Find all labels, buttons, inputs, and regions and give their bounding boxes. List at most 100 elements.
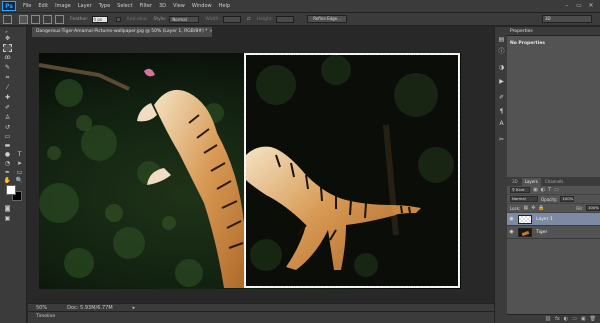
options-bar: Feather: 0 px Anti-alias Style: Normal W…	[0, 12, 600, 26]
menu-help[interactable]: Help	[219, 3, 230, 9]
blend-row: Normal Opacity: 100%	[507, 195, 600, 204]
visibility-eye-icon[interactable]: ◉	[507, 229, 516, 235]
document-tab[interactable]: Dangerous-Tiger-Amamal-Pictures-wallpape…	[32, 27, 212, 37]
menu-type[interactable]: Type	[99, 3, 110, 9]
tab-3d[interactable]: 3D	[509, 178, 521, 186]
clone-stamp-icon[interactable]: ♙	[3, 114, 12, 122]
opacity-input[interactable]: 100%	[560, 196, 575, 202]
fill-label: Fill:	[576, 205, 583, 211]
path-select-icon[interactable]: ➤	[15, 160, 24, 168]
trash-icon[interactable]: 🗑	[590, 316, 596, 322]
blur-tool-icon[interactable]: ●	[3, 151, 12, 159]
lasso-tool-icon[interactable]: ꝏ	[3, 54, 12, 62]
document-canvas[interactable]	[39, 53, 461, 289]
add-selection-icon[interactable]	[31, 14, 40, 24]
layer-row-layer-1[interactable]: ◉ Layer 1	[507, 213, 600, 226]
dodge-tool-icon[interactable]: ◔	[3, 160, 12, 168]
paragraph-panel-icon[interactable]: ¶	[497, 107, 506, 116]
new-selection-icon[interactable]	[19, 14, 28, 24]
menu-select[interactable]: Select	[117, 3, 132, 9]
style-label: Style:	[153, 16, 167, 22]
quick-mask-icon[interactable]: ◙	[3, 205, 12, 213]
filter-kind-select[interactable]: ⚲ Kind	[510, 187, 530, 193]
filter-adjust-icon[interactable]: ◐	[541, 187, 545, 193]
status-menu-arrow-icon[interactable]: ▸	[133, 305, 136, 311]
style-select[interactable]: Normal	[169, 15, 200, 23]
history-brush-icon[interactable]: ↺	[3, 124, 12, 132]
maximize-button[interactable]: ▭	[576, 3, 582, 9]
panel-icon-dock: ▤ ⓘ ◑ ▶ ✐ ¶ A ✂	[494, 27, 507, 323]
brush-tool-icon[interactable]: ✐	[3, 104, 12, 112]
tools-preset-icon[interactable]: ✂	[497, 135, 506, 144]
menu-window[interactable]: Window	[192, 3, 212, 9]
document-tab-bar: Dangerous-Tiger-Amamal-Pictures-wallpape…	[28, 27, 494, 37]
swap-icon[interactable]: ⇄	[247, 17, 251, 22]
canvas-area[interactable]	[28, 37, 494, 303]
move-tool-icon[interactable]: ✥	[3, 35, 12, 43]
layer-mask-icon[interactable]: ◐	[564, 316, 568, 322]
refine-edge-button[interactable]: Refine Edge...	[307, 15, 348, 23]
workspace-select[interactable]: 3D	[542, 15, 592, 23]
screen-mode-icon[interactable]: ▣	[3, 215, 12, 223]
menu-edit[interactable]: Edit	[38, 3, 48, 9]
pen-tool-icon[interactable]: ✒	[3, 169, 12, 177]
close-tab-icon[interactable]: ×	[209, 29, 212, 34]
timeline-panel: Timeline	[28, 311, 494, 323]
layers-bottom-bar: ⛓ fx ◐ ▭ ▣ 🗑	[507, 314, 600, 323]
healing-brush-icon[interactable]: ✚	[3, 94, 12, 102]
filter-type-icon[interactable]: T	[548, 187, 551, 193]
layer-row-tiger[interactable]: ◉ Tiger	[507, 226, 600, 239]
info-panel-icon[interactable]: ⓘ	[497, 47, 506, 56]
tab-layers[interactable]: Layers	[521, 178, 541, 186]
brush-panel-icon[interactable]: ✐	[497, 93, 506, 102]
marquee-preset-icon[interactable]	[3, 14, 12, 24]
minimize-button[interactable]: –	[564, 3, 570, 9]
photoshop-logo: Ps	[2, 1, 16, 11]
zoom-tool-icon[interactable]: 🔍	[15, 177, 24, 185]
menu-layer[interactable]: Layer	[78, 3, 92, 9]
character-panel-icon[interactable]: A	[497, 119, 506, 128]
menu-view[interactable]: View	[173, 3, 185, 9]
actions-panel-icon[interactable]: ▶	[497, 77, 506, 86]
history-panel-icon[interactable]: ▤	[497, 35, 506, 44]
eyedropper-icon[interactable]: ⁄	[3, 84, 12, 92]
zoom-level[interactable]: 50%	[36, 305, 47, 311]
close-button[interactable]: ✕	[588, 3, 594, 9]
blend-mode-select[interactable]: Normal	[510, 196, 538, 202]
menu-filter[interactable]: Filter	[140, 3, 152, 9]
anti-alias-checkbox[interactable]	[115, 16, 121, 22]
lock-position-icon[interactable]: ✥	[531, 205, 535, 211]
gradient-tool-icon[interactable]: ▬	[3, 142, 12, 150]
feather-input[interactable]: 0 px	[91, 15, 108, 23]
marquee-tool-icon[interactable]	[3, 44, 12, 52]
foreground-color-swatch[interactable]	[6, 185, 16, 195]
new-layer-icon[interactable]: ▣	[581, 316, 586, 322]
tab-channels[interactable]: Channels	[542, 178, 567, 186]
height-input[interactable]	[276, 15, 295, 23]
timeline-tab[interactable]: Timeline	[36, 314, 55, 319]
hand-tool-icon[interactable]: ✋	[3, 177, 12, 185]
visibility-eye-icon[interactable]: ◉	[507, 216, 516, 222]
width-input[interactable]	[222, 15, 241, 23]
link-layers-icon[interactable]: ⛓	[545, 316, 551, 322]
crop-tool-icon[interactable]: ⌗	[3, 74, 12, 82]
fx-icon[interactable]: fx	[555, 316, 560, 322]
subtract-selection-icon[interactable]	[43, 14, 52, 24]
type-tool-icon[interactable]: T	[15, 151, 24, 159]
lock-pixels-icon[interactable]: ▦	[523, 205, 528, 211]
shape-tool-icon[interactable]: ▭	[15, 169, 24, 177]
filter-shape-icon[interactable]: ▭	[554, 187, 559, 193]
menu-image[interactable]: Image	[55, 3, 71, 9]
fill-input[interactable]: 100%	[586, 205, 600, 211]
properties-title[interactable]: Properties	[510, 29, 533, 34]
adjustment-layer-icon[interactable]: ▭	[572, 316, 577, 322]
intersect-selection-icon[interactable]	[55, 14, 64, 24]
filter-pixel-icon[interactable]: ▣	[533, 187, 538, 193]
menu-file[interactable]: File	[23, 3, 31, 9]
lock-all-icon[interactable]: 🔒	[538, 205, 544, 211]
adjustments-panel-icon[interactable]: ◑	[497, 63, 506, 72]
menu-3d[interactable]: 3D	[159, 3, 166, 9]
quick-select-icon[interactable]: ✎	[3, 64, 12, 72]
eraser-tool-icon[interactable]: ▭	[3, 133, 12, 141]
filter-kind-label: Kind	[516, 187, 525, 192]
